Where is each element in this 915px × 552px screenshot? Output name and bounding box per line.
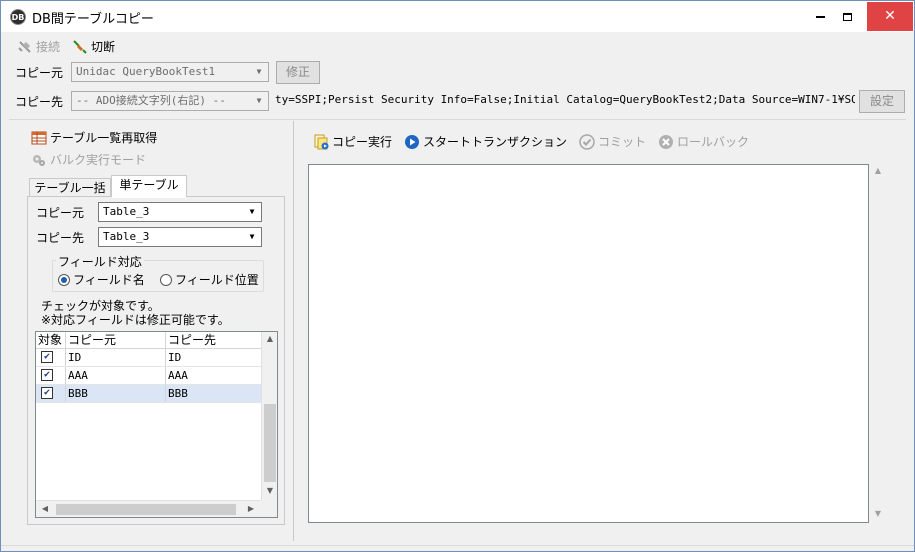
- connect-label: 接続: [36, 40, 61, 54]
- scroll-right-icon[interactable]: ▶: [244, 504, 258, 513]
- source-connection-value: Unidac QueryBookTest1: [76, 65, 216, 78]
- row-checkbox[interactable]: ✔: [41, 387, 53, 399]
- row-checkbox[interactable]: ✔: [41, 351, 53, 363]
- dest-connection-select[interactable]: -- ADO接続文字列(右記) -- ▼: [71, 91, 269, 111]
- grid-horizontal-scrollbar[interactable]: ◀ ▶: [36, 500, 262, 517]
- row-source-cell[interactable]: BBB: [66, 385, 166, 402]
- chevron-down-icon: ▼: [249, 207, 255, 216]
- start-transaction-label: スタートトランザクション: [423, 135, 568, 149]
- edit-button[interactable]: 修正: [276, 61, 320, 84]
- scroll-down-icon[interactable]: ▼: [263, 486, 277, 495]
- table-icon: [31, 130, 47, 146]
- unplug-icon: [72, 39, 88, 55]
- table-row[interactable]: ✔ BBB BBB: [36, 385, 262, 403]
- scroll-corner: [261, 500, 277, 517]
- reload-tables-button[interactable]: テーブル一覧再取得: [31, 129, 157, 146]
- row-dest-cell[interactable]: ID: [166, 349, 262, 366]
- log-vertical-scrollbar[interactable]: ▲ ▼: [870, 164, 887, 523]
- scroll-down-icon[interactable]: ▼: [871, 509, 885, 518]
- window-title: DB間テーブルコピー: [32, 12, 154, 27]
- log-output-area[interactable]: [308, 164, 869, 523]
- scroll-thumb[interactable]: [56, 504, 236, 515]
- col-header-source[interactable]: コピー元: [66, 332, 166, 348]
- radio-by-name-label: フィールド名: [73, 273, 145, 287]
- maximize-icon: [842, 12, 852, 21]
- main-window: DB DB間テーブルコピー ✕ 接続 切断 コピー元 Unidac QueryB…: [0, 0, 915, 552]
- source-connection-select[interactable]: Unidac QueryBookTest1 ▼: [71, 62, 269, 82]
- disconnect-button[interactable]: 切断: [72, 38, 115, 55]
- start-transaction-button[interactable]: スタートトランザクション: [404, 133, 567, 150]
- dst-table-value: Table_3: [103, 230, 150, 243]
- dst-table-select[interactable]: Table_3 ▼: [98, 227, 262, 247]
- commit-button[interactable]: コミット: [579, 133, 646, 150]
- table-row[interactable]: ✔ AAA AAA: [36, 367, 262, 385]
- copy-run-icon: [313, 134, 329, 150]
- copy-execute-label: コピー実行: [332, 135, 393, 149]
- bottom-edge: [1, 545, 914, 546]
- chevron-down-icon: ▼: [256, 96, 262, 105]
- table-row[interactable]: ✔ ID ID: [36, 349, 262, 367]
- source-label: コピー元: [15, 66, 64, 80]
- src-table-value: Table_3: [103, 205, 150, 218]
- dst-table-label: コピー先: [36, 231, 85, 245]
- col-header-dest[interactable]: コピー先: [166, 332, 262, 348]
- row-dest-cell[interactable]: BBB: [166, 385, 262, 402]
- divider: [9, 119, 906, 120]
- chevron-down-icon: ▼: [256, 67, 262, 76]
- scroll-up-icon[interactable]: ▲: [263, 334, 277, 343]
- scroll-up-icon[interactable]: ▲: [871, 166, 885, 175]
- commit-label: コミット: [598, 135, 647, 149]
- bulk-mode-label: バルク実行モード: [50, 153, 147, 167]
- reload-tables-label: テーブル一覧再取得: [50, 131, 158, 145]
- grid-vertical-scrollbar[interactable]: ▲ ▼: [261, 332, 277, 500]
- row-dest-cell[interactable]: AAA: [166, 367, 262, 384]
- settings-button[interactable]: 設定: [859, 90, 905, 113]
- tab-join: [112, 196, 186, 198]
- row-source-cell[interactable]: ID: [66, 349, 166, 366]
- grid-header: 対象 コピー元 コピー先: [36, 332, 262, 349]
- row-source-cell[interactable]: AAA: [66, 367, 166, 384]
- bulk-mode-toggle[interactable]: バルク実行モード: [31, 151, 146, 168]
- check-circle-icon: [579, 133, 595, 150]
- rollback-button[interactable]: ロールバック: [658, 133, 749, 150]
- plug-icon: [17, 39, 33, 55]
- chevron-down-icon: ▼: [249, 232, 255, 241]
- splitter[interactable]: [293, 121, 294, 541]
- maximize-button[interactable]: [830, 2, 864, 31]
- dest-connection-value: -- ADO接続文字列(右記) --: [76, 94, 226, 107]
- scroll-thumb[interactable]: [264, 404, 276, 482]
- field-grid[interactable]: 対象 コピー元 コピー先 ✔ ID ID ✔ AAA AAA ✔ BBB BBB…: [35, 331, 278, 518]
- minimize-icon: [815, 15, 825, 18]
- radio-by-position-label: フィールド位置: [175, 273, 259, 287]
- play-icon: [404, 134, 420, 150]
- radio-unselected-icon: [160, 273, 172, 286]
- disconnect-label: 切断: [91, 40, 116, 54]
- cancel-circle-icon: [658, 134, 674, 150]
- connection-string-input[interactable]: ty=SSPI;Persist Security Info=False;Init…: [275, 90, 855, 110]
- note-line-2: ※対応フィールドは修正可能です。: [41, 313, 230, 327]
- rollback-label: ロールバック: [677, 135, 750, 149]
- src-table-label: コピー元: [36, 206, 85, 220]
- src-table-select[interactable]: Table_3 ▼: [98, 202, 262, 222]
- gears-icon: [31, 152, 47, 168]
- connect-button[interactable]: 接続: [17, 38, 60, 55]
- app-icon: DB: [10, 9, 26, 25]
- radio-by-name[interactable]: フィールド名: [58, 271, 145, 288]
- copy-execute-button[interactable]: コピー実行: [313, 133, 392, 150]
- col-header-target[interactable]: 対象: [36, 332, 66, 348]
- dest-label: コピー先: [15, 95, 64, 109]
- title-bar: DB DB間テーブルコピー ✕: [1, 1, 914, 32]
- close-button[interactable]: ✕: [867, 2, 913, 31]
- radio-by-position[interactable]: フィールド位置: [160, 271, 259, 288]
- radio-selected-icon: [58, 273, 70, 286]
- close-icon: ✕: [884, 8, 896, 24]
- field-mapping-title: フィールド対応: [56, 253, 144, 270]
- row-checkbox[interactable]: ✔: [41, 369, 53, 381]
- scroll-left-icon[interactable]: ◀: [38, 504, 52, 513]
